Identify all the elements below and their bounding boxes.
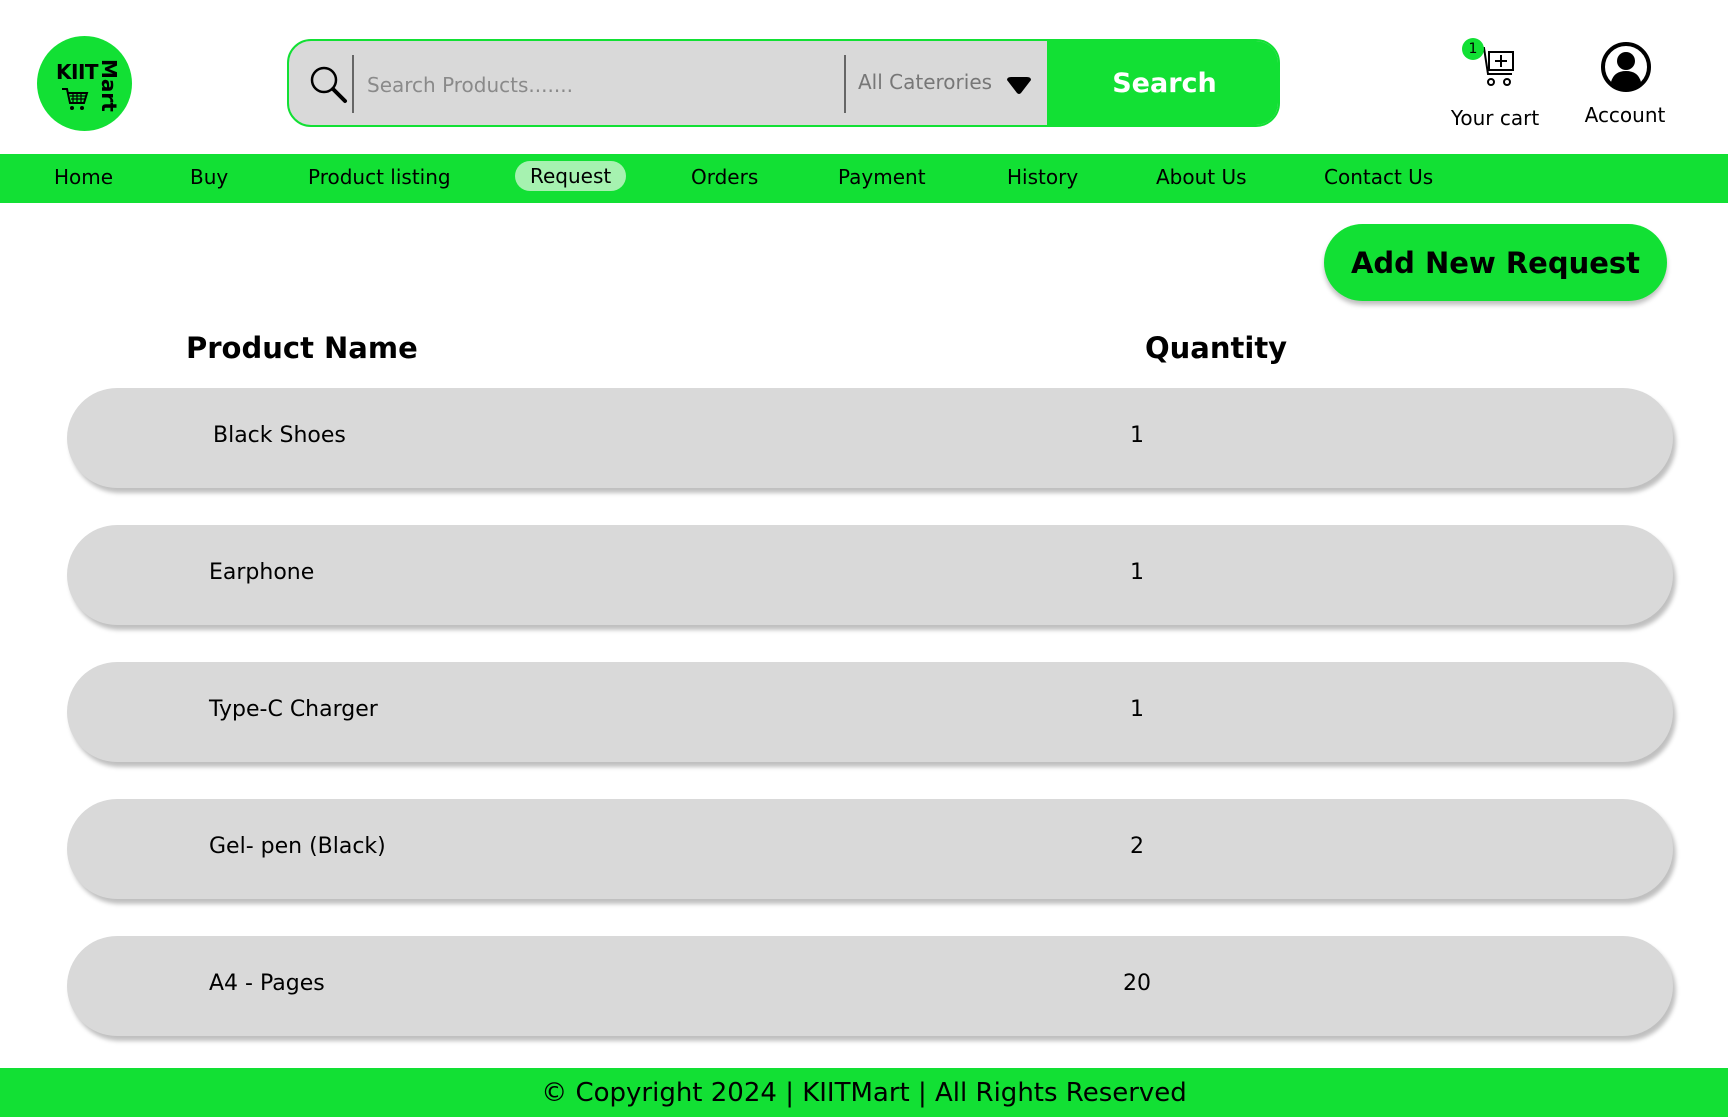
nav-item-orders[interactable]: Orders bbox=[691, 165, 758, 189]
site-footer: © Copyright 2024 | KIITMart | All Rights… bbox=[0, 1068, 1728, 1117]
add-new-request-button[interactable]: Add New Request bbox=[1324, 224, 1667, 301]
request-row[interactable]: Earphone 1 bbox=[67, 525, 1673, 625]
request-product-name: Earphone bbox=[209, 560, 315, 585]
nav-item-request[interactable]: Request bbox=[515, 161, 627, 191]
nav-item-buy[interactable]: Buy bbox=[190, 165, 228, 189]
column-header-quantity: Quantity bbox=[1145, 331, 1288, 365]
account-label: Account bbox=[1584, 103, 1666, 127]
request-row[interactable]: Black Shoes 1 bbox=[67, 388, 1673, 488]
magnifier-icon[interactable] bbox=[307, 63, 349, 105]
request-product-name: Gel- pen (Black) bbox=[209, 834, 386, 859]
request-quantity: 1 bbox=[1130, 560, 1144, 585]
category-select[interactable]: All Caterories bbox=[858, 70, 992, 94]
copyright-text: © Copyright 2024 | KIITMart | All Rights… bbox=[541, 1077, 1187, 1108]
search-input[interactable] bbox=[367, 65, 847, 105]
request-quantity: 20 bbox=[1123, 971, 1151, 996]
search-bar: All Caterories Search bbox=[287, 39, 1280, 127]
cart-label: Your cart bbox=[1450, 106, 1540, 130]
request-quantity: 1 bbox=[1130, 423, 1144, 448]
nav-item-history[interactable]: History bbox=[1007, 165, 1078, 189]
request-product-name: Black Shoes bbox=[213, 423, 346, 448]
search-divider bbox=[352, 55, 354, 113]
request-row[interactable]: Type-C Charger 1 bbox=[67, 662, 1673, 762]
account-icon bbox=[1601, 42, 1651, 92]
nav-item-payment[interactable]: Payment bbox=[838, 165, 926, 189]
request-product-name: A4 - Pages bbox=[209, 971, 325, 996]
nav-item-home[interactable]: Home bbox=[54, 165, 113, 189]
chevron-down-icon[interactable] bbox=[1005, 76, 1033, 96]
request-product-name: Type-C Charger bbox=[209, 697, 378, 722]
search-button[interactable]: Search bbox=[1047, 41, 1278, 125]
main-nav: Home Buy Product listing Request Orders … bbox=[0, 154, 1728, 203]
request-row[interactable]: A4 - Pages 20 bbox=[67, 936, 1673, 1036]
account-button[interactable]: Account bbox=[1570, 40, 1680, 130]
logo-cart-icon bbox=[62, 88, 89, 110]
cart-count-badge: 1 bbox=[1462, 38, 1484, 60]
nav-item-about-us[interactable]: About Us bbox=[1156, 165, 1247, 189]
logo-text-mart: Mart bbox=[97, 59, 121, 112]
request-list: Black Shoes 1 Earphone 1 Type-C Charger … bbox=[67, 388, 1673, 1073]
cart-button[interactable]: 1 Your cart bbox=[1440, 36, 1550, 136]
logo-text-kiit: KIIT bbox=[56, 60, 99, 84]
nav-item-product-listing[interactable]: Product listing bbox=[308, 165, 451, 189]
category-divider bbox=[844, 55, 846, 113]
site-header: KIIT Mart All Caterories Search bbox=[0, 0, 1728, 154]
request-quantity: 1 bbox=[1130, 697, 1144, 722]
request-quantity: 2 bbox=[1130, 834, 1144, 859]
nav-item-contact-us[interactable]: Contact Us bbox=[1324, 165, 1433, 189]
kiitmart-logo[interactable]: KIIT Mart bbox=[37, 36, 132, 131]
request-row[interactable]: Gel- pen (Black) 2 bbox=[67, 799, 1673, 899]
column-header-product-name: Product Name bbox=[186, 331, 418, 365]
